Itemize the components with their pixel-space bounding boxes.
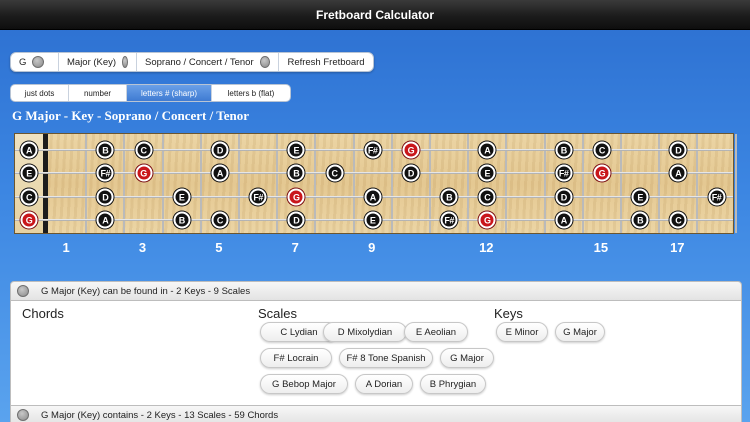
root-note-label: G: [19, 56, 27, 68]
key-chip[interactable]: E Minor: [496, 322, 548, 342]
open-string-note[interactable]: C: [20, 188, 38, 206]
fretboard-note[interactable]: E: [364, 211, 382, 229]
fretboard-note[interactable]: G: [287, 188, 305, 206]
fretboard-note[interactable]: C: [211, 211, 229, 229]
scale-chip[interactable]: A Dorian: [355, 374, 413, 394]
refresh-fretboard-button[interactable]: Refresh Fretboard: [279, 53, 373, 71]
fretboard-note[interactable]: D: [555, 188, 573, 206]
fretboard-note[interactable]: B: [631, 211, 649, 229]
contains-panel-header[interactable]: G Major (Key) contains - 2 Keys - 13 Sca…: [10, 405, 742, 422]
fretboard-note[interactable]: F#: [96, 164, 114, 182]
instrument-label: Soprano / Concert / Tenor: [145, 56, 254, 68]
selector-dot-icon: [259, 56, 270, 68]
fretboard-note[interactable]: D: [211, 141, 229, 159]
open-string-note[interactable]: E: [20, 164, 38, 182]
fretboard-note[interactable]: E: [631, 188, 649, 206]
fretboard-note[interactable]: G: [402, 141, 420, 159]
fretboard-note[interactable]: D: [287, 211, 305, 229]
found-in-panel-body: Chords Scales Keys C Lydian D Mixolydian…: [10, 301, 742, 405]
fretboard-note[interactable]: A: [364, 188, 382, 206]
settings-toolbar: G Major (Key) Soprano / Concert / Tenor …: [10, 52, 374, 72]
display-mode-tabs: just dots number letters # (sharp) lette…: [10, 84, 291, 102]
fretboard-note[interactable]: F#: [555, 164, 573, 182]
key-chip[interactable]: G Major: [555, 322, 605, 342]
contains-title: G Major (Key) contains - 2 Keys - 13 Sca…: [41, 409, 279, 421]
scale-chip[interactable]: G Major: [440, 348, 494, 368]
keys-column-title: Keys: [494, 306, 523, 321]
tab-letters-flat[interactable]: letters b (flat): [212, 85, 290, 101]
fretboard-note[interactable]: E: [173, 188, 191, 206]
chords-column-title: Chords: [22, 306, 64, 321]
scale-chip[interactable]: B Phrygian: [420, 374, 486, 394]
fretboard-note[interactable]: C: [135, 141, 152, 159]
fretboard-note[interactable]: C: [593, 141, 611, 159]
fretboard-note[interactable]: F#: [249, 188, 267, 206]
string: [15, 172, 733, 174]
scale-chip[interactable]: F# Locrain: [260, 348, 332, 368]
app-title-bar: Fretboard Calculator: [0, 0, 750, 30]
tab-just-dots[interactable]: just dots: [11, 85, 69, 101]
fret-number-label: 9: [368, 240, 376, 255]
found-in-title: G Major (Key) can be found in - 2 Keys -…: [41, 285, 251, 297]
fret-number-label: 7: [291, 240, 299, 255]
fretboard-note[interactable]: G: [478, 211, 496, 229]
selector-dot-icon: [32, 56, 45, 68]
fretboard-note[interactable]: E: [287, 141, 305, 159]
fret-number-label: 15: [593, 240, 609, 255]
fretboard-note[interactable]: C: [669, 211, 687, 229]
fretboard-note[interactable]: F#: [440, 211, 458, 229]
open-string-note[interactable]: G: [20, 211, 38, 229]
root-note-selector[interactable]: G: [11, 53, 59, 71]
fretboard-note[interactable]: A: [96, 211, 114, 229]
fretboard-note[interactable]: C: [478, 188, 496, 206]
scale-type-label: Major (Key): [67, 56, 117, 68]
fretboard-note[interactable]: A: [555, 211, 573, 229]
fretboard-note[interactable]: G: [135, 164, 152, 182]
scales-column-title: Scales: [258, 306, 298, 321]
fretboard-note[interactable]: A: [478, 141, 496, 159]
fretboard-heading: G Major - Key - Soprano / Concert / Teno…: [12, 108, 249, 123]
fretboard-note[interactable]: D: [402, 164, 420, 182]
fretboard-note[interactable]: G: [593, 164, 611, 182]
fretboard-note[interactable]: A: [669, 164, 687, 182]
selector-dot-icon: [122, 56, 128, 68]
collapse-dot-icon: [17, 285, 29, 297]
fret-number-label: 3: [138, 240, 147, 255]
app-title: Fretboard Calculator: [315, 7, 435, 22]
open-string-note[interactable]: A: [20, 141, 38, 159]
fretboard-note[interactable]: D: [669, 141, 687, 159]
fret-number-label: 12: [479, 240, 494, 255]
found-in-panel-header[interactable]: G Major (Key) can be found in - 2 Keys -…: [10, 281, 742, 301]
instrument-selector[interactable]: Soprano / Concert / Tenor: [137, 53, 279, 71]
fretboard-note[interactable]: E: [478, 164, 496, 182]
scale-chip[interactable]: G Bebop Major: [260, 374, 348, 394]
fret-number-label: 17: [670, 240, 685, 255]
tab-letters-sharp[interactable]: letters # (sharp): [127, 85, 212, 101]
fret-number-label: 5: [215, 240, 223, 255]
scale-chip[interactable]: E Aeolian: [404, 322, 468, 342]
fret-wire: [734, 134, 737, 233]
fretboard-note[interactable]: F#: [364, 141, 382, 159]
fretboard-note[interactable]: B: [555, 141, 573, 159]
fretboard-note[interactable]: B: [96, 141, 114, 159]
fretboard: A B C D E F# G A B C D E F# G A B C D E F# G A C D E F# G A B C D E F# G A…: [14, 133, 737, 234]
fret-number-label: 1: [62, 240, 70, 255]
fretboard-note[interactable]: C: [326, 164, 343, 182]
scale-type-selector[interactable]: Major (Key): [59, 53, 137, 71]
collapse-dot-icon: [17, 409, 29, 421]
fretboard-note[interactable]: A: [211, 164, 229, 182]
fretboard-note[interactable]: B: [287, 164, 305, 182]
tab-number[interactable]: number: [69, 85, 127, 101]
fretboard-note[interactable]: F#: [708, 188, 725, 206]
scale-chip[interactable]: D Mixolydian: [323, 322, 407, 342]
scale-chip[interactable]: F# 8 Tone Spanish: [339, 348, 433, 368]
fretboard-note[interactable]: D: [96, 188, 114, 206]
refresh-label: Refresh Fretboard: [287, 56, 365, 68]
fretboard-note[interactable]: B: [173, 211, 191, 229]
fretboard-note[interactable]: B: [440, 188, 458, 206]
